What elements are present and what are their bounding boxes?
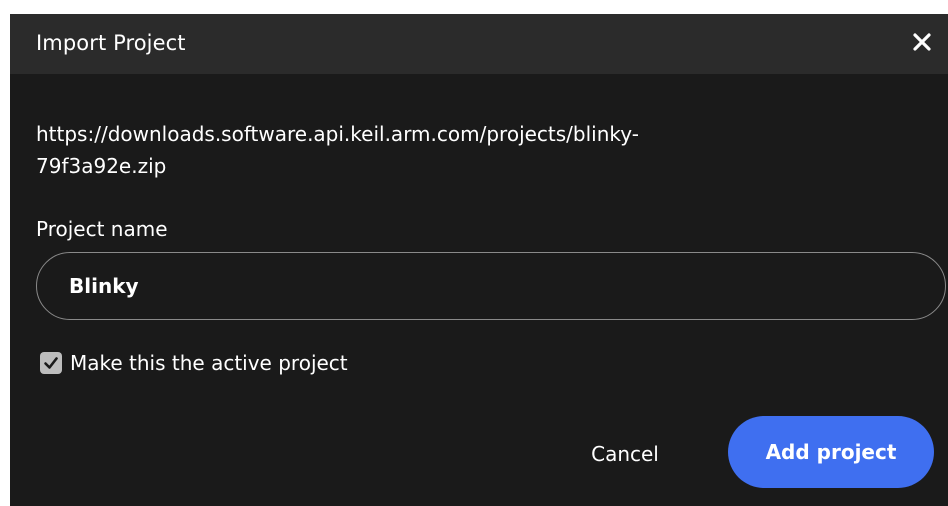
close-icon[interactable] xyxy=(908,28,936,56)
cancel-button[interactable]: Cancel xyxy=(570,418,680,490)
dialog-titlebar: Import Project xyxy=(10,14,948,74)
project-name-label: Project name xyxy=(36,217,168,241)
project-url-line-1: https://downloads.software.api.keil.arm.… xyxy=(36,122,639,146)
active-project-checkbox[interactable] xyxy=(40,352,62,374)
checkmark-icon xyxy=(44,357,58,369)
active-project-checkbox-row[interactable]: Make this the active project xyxy=(40,346,348,380)
add-project-button[interactable]: Add project xyxy=(728,416,934,488)
project-name-input[interactable] xyxy=(36,252,946,320)
project-url: https://downloads.software.api.keil.arm.… xyxy=(36,118,856,182)
dialog-title: Import Project xyxy=(36,31,186,55)
active-project-label: Make this the active project xyxy=(70,351,348,375)
dialog-body: https://downloads.software.api.keil.arm.… xyxy=(10,74,948,506)
project-url-line-2: 79f3a92e.zip xyxy=(36,154,167,178)
